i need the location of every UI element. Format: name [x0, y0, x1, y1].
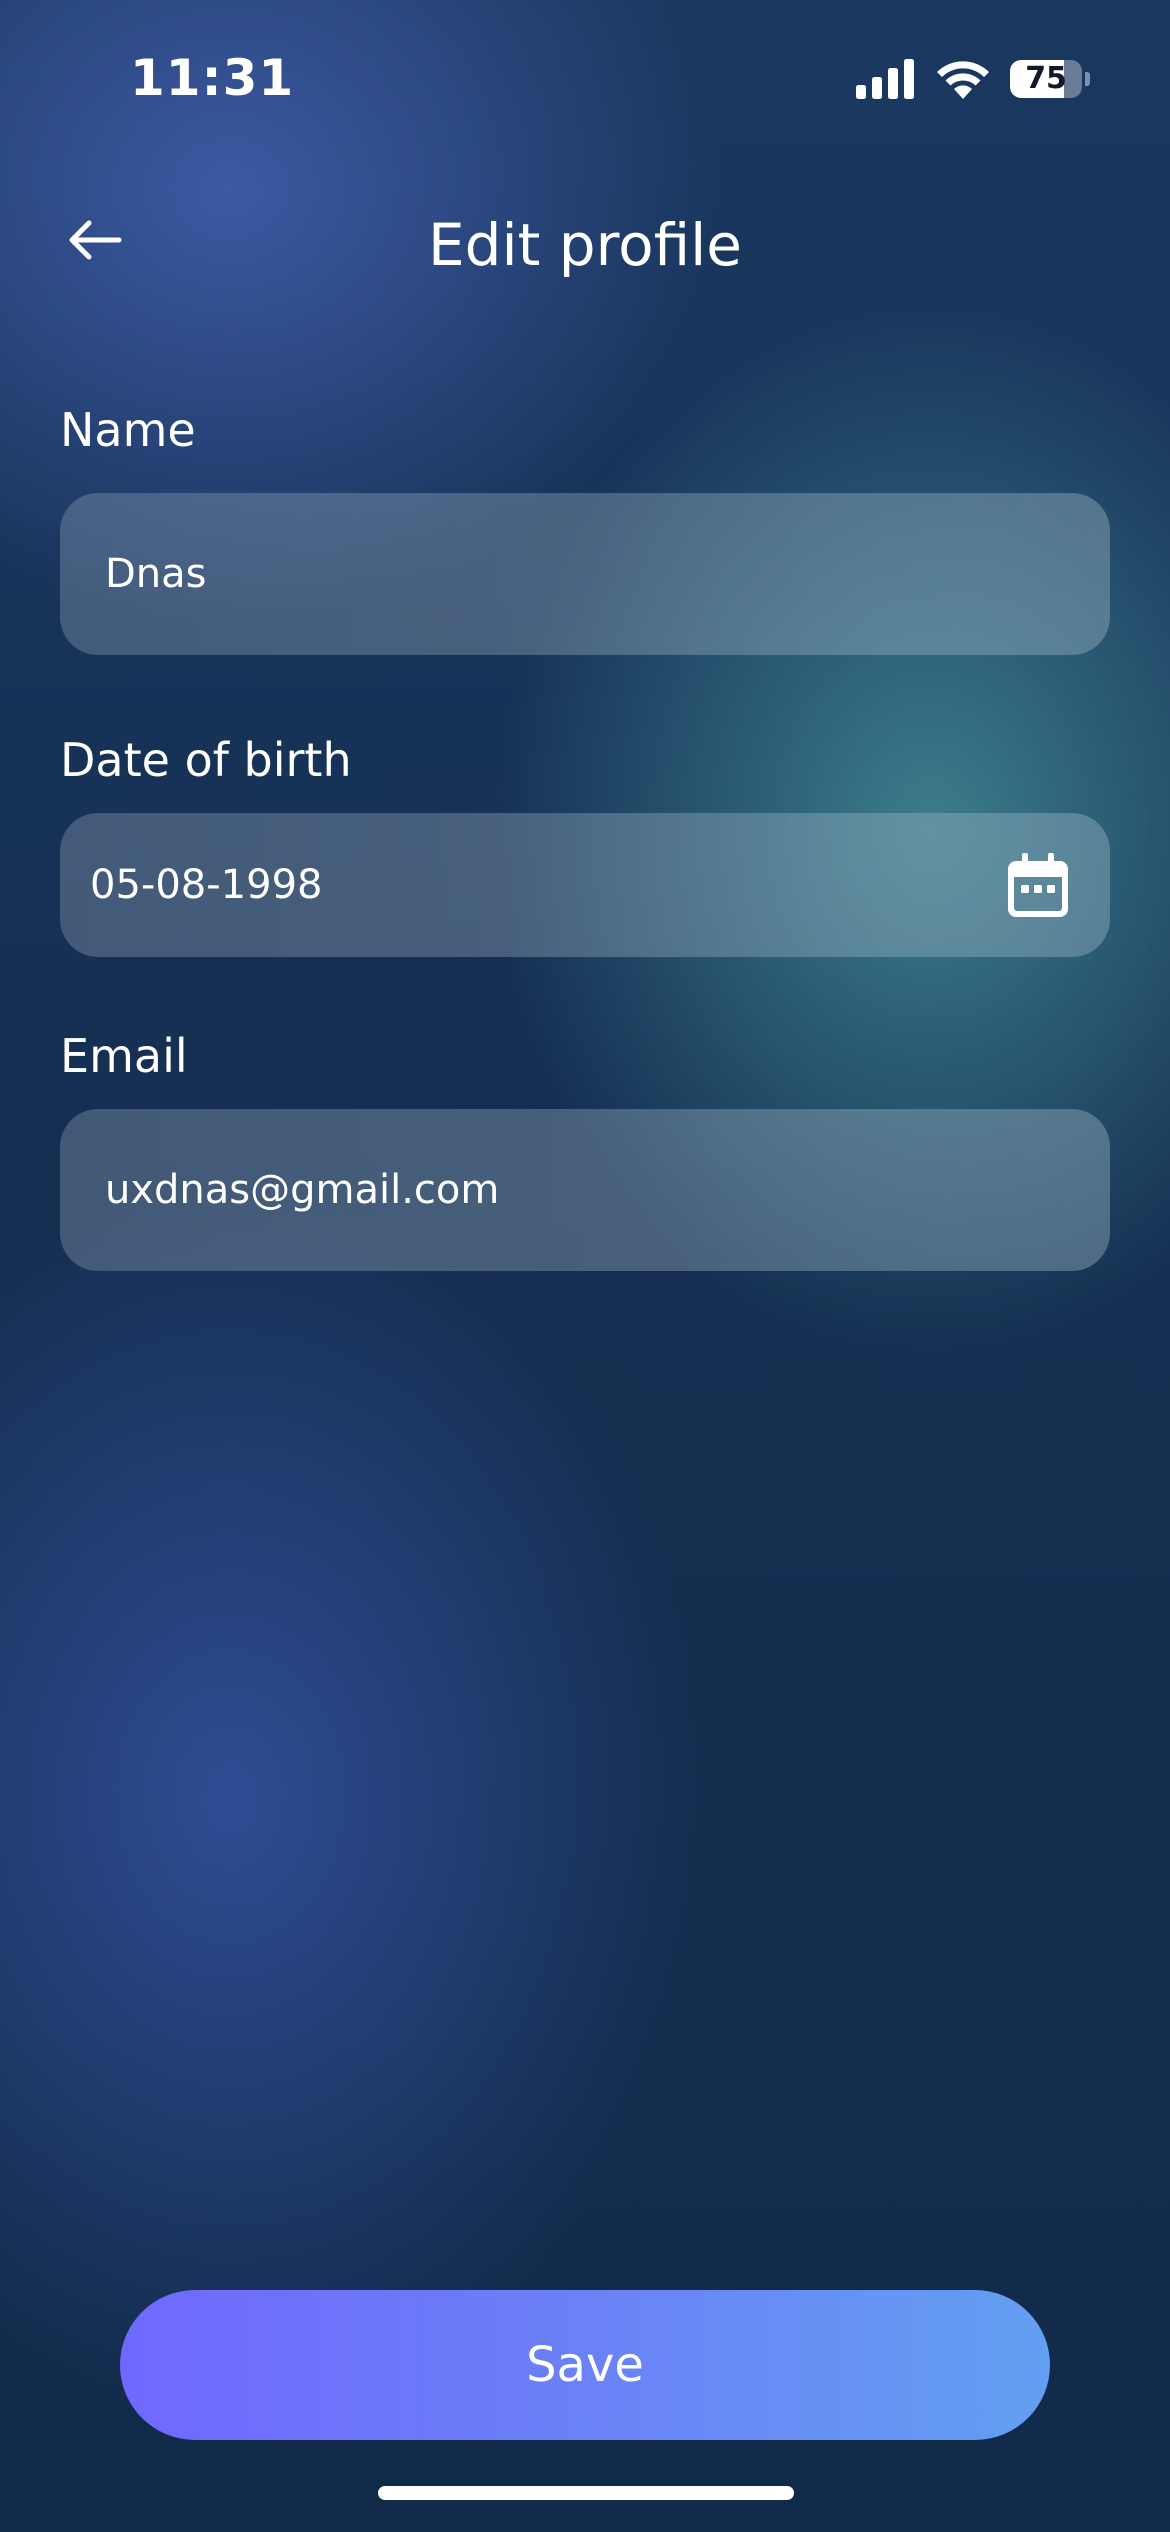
wifi-icon: [937, 61, 989, 99]
battery-icon: 75: [1010, 59, 1090, 99]
calendar-button[interactable]: [1008, 853, 1068, 917]
battery-cap: [1085, 72, 1090, 86]
battery-body: 75: [1010, 60, 1083, 98]
name-input[interactable]: [60, 493, 1110, 655]
email-field-container: [60, 1109, 1110, 1271]
email-label: Email: [60, 1029, 188, 1083]
date-of-birth-label: Date of birth: [60, 733, 352, 787]
calendar-icon: [1008, 853, 1068, 917]
battery-level: 75: [1025, 61, 1067, 96]
status-time: 11:31: [130, 49, 295, 107]
name-label: Name: [60, 403, 196, 457]
date-of-birth-input[interactable]: [60, 813, 1110, 957]
home-indicator: [378, 2486, 794, 2500]
name-field-container: [60, 493, 1110, 655]
header: Edit profile: [0, 185, 1170, 295]
page-title: Edit profile: [428, 211, 742, 279]
status-bar: 11:31 75: [0, 0, 1170, 150]
status-icons: 75: [856, 54, 1090, 104]
date-of-birth-field-container: [60, 813, 1110, 957]
edit-profile-form: Name Date of birth Email: [60, 395, 1110, 1271]
email-input[interactable]: [60, 1109, 1110, 1271]
cellular-signal-icon: [856, 59, 914, 99]
save-button[interactable]: Save: [120, 2290, 1050, 2440]
